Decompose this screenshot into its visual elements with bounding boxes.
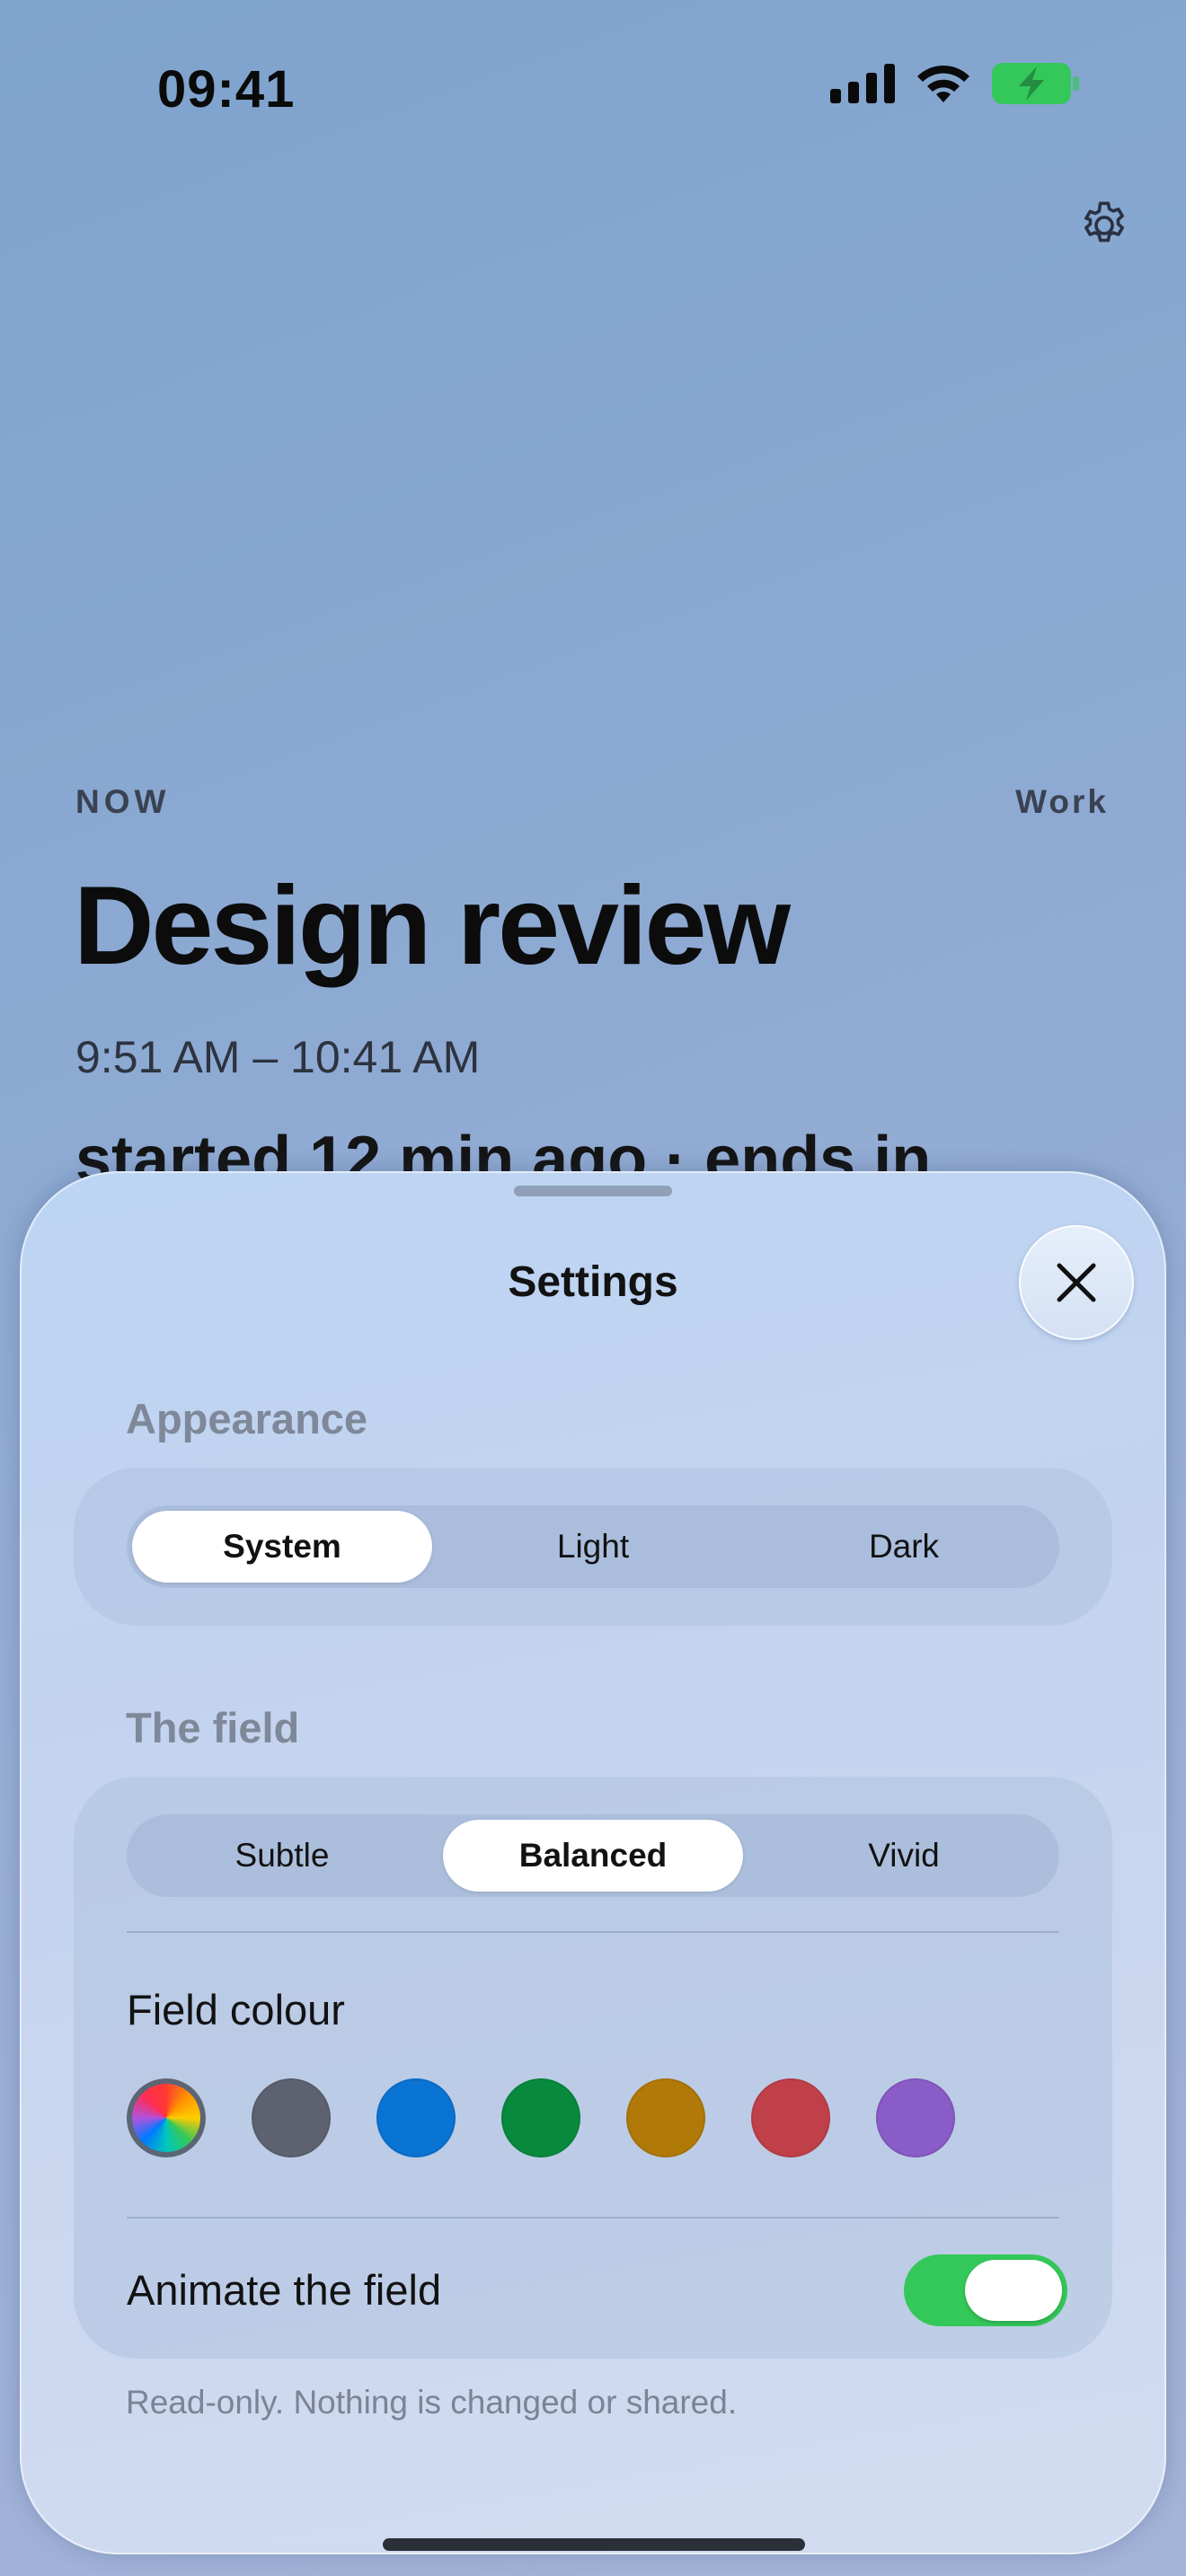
signal-icon: [830, 64, 895, 103]
appearance-option-dark[interactable]: Dark: [754, 1511, 1054, 1583]
intensity-option-subtle[interactable]: Subtle: [132, 1820, 432, 1892]
appearance-segmented-control: System Light Dark: [127, 1505, 1059, 1588]
footnote: Read-only. Nothing is changed or shared.: [126, 2384, 738, 2421]
appearance-option-system[interactable]: System: [132, 1511, 432, 1583]
swatch-red[interactable]: [751, 2078, 830, 2157]
settings-sheet: Settings Appearance System Light Dark Th…: [20, 1171, 1166, 2554]
divider: [127, 2217, 1059, 2219]
close-icon: [1057, 1263, 1096, 1302]
sheet-title: Settings: [508, 1258, 678, 1306]
divider: [127, 1931, 1059, 1933]
gear-icon[interactable]: [1076, 198, 1132, 253]
animate-field-toggle[interactable]: [904, 2254, 1067, 2326]
wifi-icon: [917, 65, 969, 102]
swatch-blue[interactable]: [376, 2078, 456, 2157]
field-card: Subtle Balanced Vivid Field colour Anima…: [74, 1777, 1112, 2359]
field-label: The field: [126, 1704, 300, 1751]
intensity-option-vivid[interactable]: Vivid: [754, 1820, 1054, 1892]
toggle-knob: [965, 2260, 1062, 2321]
swatch-purple[interactable]: [876, 2078, 955, 2157]
field-colour-label: Field colour: [127, 1986, 345, 2033]
event-title: Design review: [74, 864, 791, 988]
swatch-green[interactable]: [501, 2078, 580, 2157]
battery-charging-icon: [992, 63, 1079, 104]
appearance-card: System Light Dark: [74, 1468, 1112, 1626]
now-label: NOW: [75, 783, 171, 820]
appearance-label: Appearance: [126, 1395, 368, 1442]
event-category: Work: [1015, 783, 1109, 820]
animate-field-label: Animate the field: [127, 2266, 442, 2314]
intensity-option-balanced[interactable]: Balanced: [443, 1820, 743, 1892]
field-colour-swatches: [127, 2078, 955, 2157]
close-button[interactable]: [1019, 1225, 1134, 1340]
status-time: 09:41: [157, 60, 296, 119]
home-indicator[interactable]: [383, 2538, 805, 2551]
field-intensity-segmented-control: Subtle Balanced Vivid: [127, 1814, 1059, 1897]
appearance-option-light[interactable]: Light: [443, 1511, 743, 1583]
swatch-amber[interactable]: [626, 2078, 705, 2157]
status-icons: [830, 63, 1080, 104]
sheet-grabber[interactable]: [514, 1186, 672, 1196]
event-time-range: 9:51 AM – 10:41 AM: [75, 1032, 481, 1082]
swatch-multicolor[interactable]: [127, 2078, 206, 2157]
swatch-gray[interactable]: [252, 2078, 331, 2157]
